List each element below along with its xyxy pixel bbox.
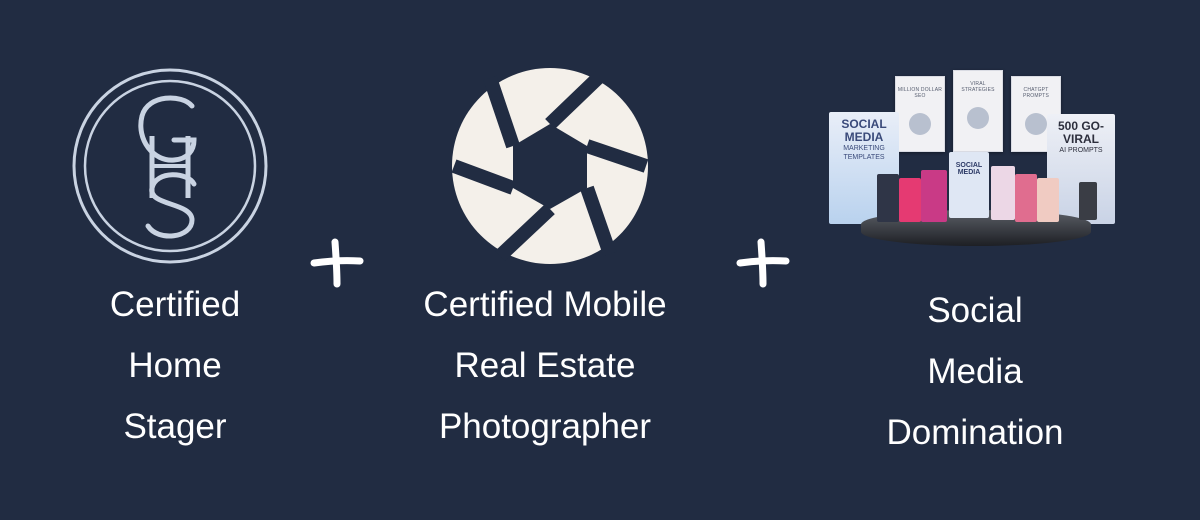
bundle-mini-book (1079, 182, 1097, 220)
gs-monogram-icon (72, 68, 268, 264)
bundle-screen: VIRAL STRATEGIES (953, 70, 1003, 152)
bundle-mini-book (991, 166, 1015, 220)
plus-icon (736, 238, 790, 288)
users-icon (967, 107, 989, 129)
bundle-mini-book (1037, 178, 1059, 222)
eye-icon (909, 113, 931, 135)
bundle-center-book: SOCIAL MEDIA (949, 152, 989, 218)
camera-shutter-icon (451, 68, 649, 264)
bundle-mini-book (921, 170, 947, 222)
bundle-mini-book (1015, 174, 1037, 222)
label-home-stager: Certified Home Stager (109, 285, 241, 446)
plus-icon (310, 238, 364, 288)
label-photographer: Certified Mobile Real Estate Photographe… (423, 285, 667, 446)
chat-icon (1025, 113, 1047, 135)
label-social-media: Social Media Domination (886, 291, 1064, 452)
bundle-screen: MILLION DOLLAR SEO (895, 76, 945, 152)
bundle-mini-book (877, 174, 899, 222)
bundle-mini-book (899, 178, 921, 222)
product-bundle-image: MILLION DOLLAR SEO VIRAL STRATEGIES CHAT… (825, 70, 1117, 248)
